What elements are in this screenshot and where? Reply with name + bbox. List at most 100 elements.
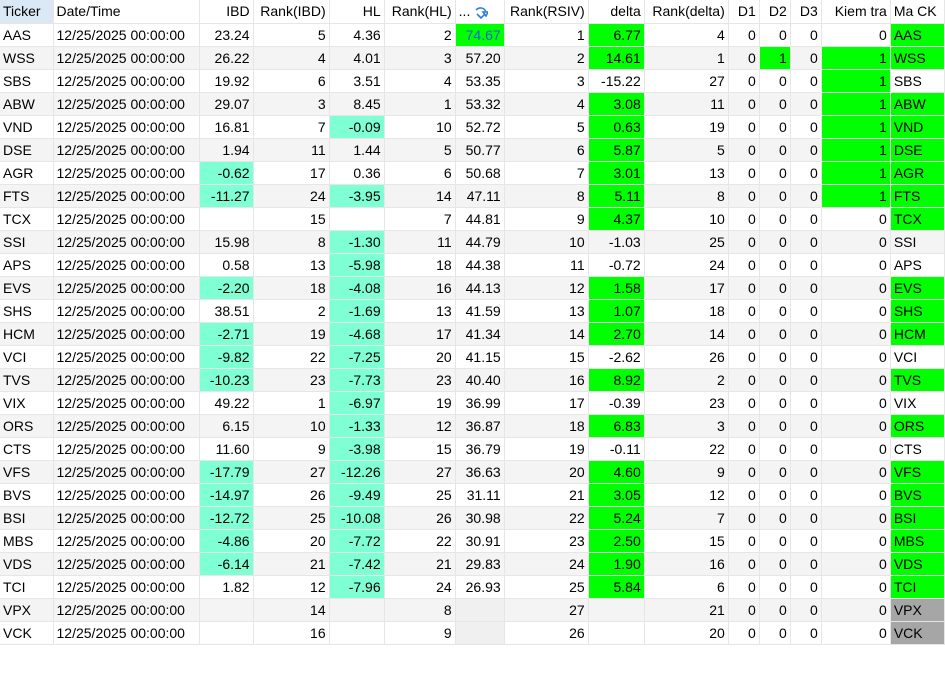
cell-delta[interactable]: 6.77	[588, 23, 645, 47]
cell-ibd[interactable]: 1.94	[199, 138, 254, 162]
cell-rank-delta[interactable]: 12	[644, 483, 729, 507]
cell-kiem-tra[interactable]: 0	[821, 529, 891, 553]
cell-rank-ibd[interactable]: 4	[253, 46, 330, 70]
cell-delta[interactable]: -0.39	[588, 391, 645, 415]
cell-hl[interactable]: -7.72	[329, 529, 385, 553]
cell-ma-ck[interactable]: ORS	[890, 414, 945, 438]
cell-rank-delta[interactable]: 13	[644, 161, 729, 185]
cell-rank-hl[interactable]: 9	[384, 621, 456, 645]
cell-d1[interactable]: 0	[728, 299, 760, 323]
cell-hl[interactable]: -7.96	[329, 575, 385, 599]
cell-ma-ck[interactable]: EVS	[890, 276, 945, 300]
cell-hl[interactable]: -4.68	[329, 322, 385, 346]
cell-datetime[interactable]: 12/25/2025 00:00:00	[53, 92, 200, 116]
cell-d2[interactable]: 0	[759, 138, 791, 162]
cell-rank-ibd[interactable]: 19	[253, 322, 330, 346]
cell-d2[interactable]: 0	[759, 368, 791, 392]
cell-kiem-tra[interactable]: 0	[821, 483, 891, 507]
cell-delta[interactable]: 2.50	[588, 529, 645, 553]
cell-rsiv[interactable]: 52.72	[455, 115, 505, 139]
cell-d1[interactable]: 0	[728, 575, 760, 599]
cell-rank-hl[interactable]: 1	[384, 92, 456, 116]
cell-rank-delta[interactable]: 20	[644, 621, 729, 645]
cell-rank-delta[interactable]: 10	[644, 207, 729, 231]
cell-rank-ibd[interactable]: 14	[253, 598, 330, 622]
cell-datetime[interactable]: 12/25/2025 00:00:00	[53, 575, 200, 599]
cell-ma-ck[interactable]: HCM	[890, 322, 945, 346]
cell-d1[interactable]: 0	[728, 414, 760, 438]
cell-ibd[interactable]: -10.23	[199, 368, 254, 392]
cell-kiem-tra[interactable]: 0	[821, 414, 891, 438]
cell-rank-hl[interactable]: 19	[384, 391, 456, 415]
table-row[interactable]: MBS 12/25/2025 00:00:00 -4.86 20 -7.72 22 30.9…	[0, 529, 945, 553]
cell-d2[interactable]: 0	[759, 276, 791, 300]
cell-rsiv[interactable]: 47.11	[455, 184, 505, 208]
cell-ibd[interactable]: 0.58	[199, 253, 254, 277]
cell-rank-delta[interactable]: 15	[644, 529, 729, 553]
cell-rank-rsiv[interactable]: 8	[504, 184, 589, 208]
cell-d2[interactable]: 0	[759, 345, 791, 369]
cell-datetime[interactable]: 12/25/2025 00:00:00	[53, 552, 200, 576]
cell-datetime[interactable]: 12/25/2025 00:00:00	[53, 230, 200, 254]
cell-ibd[interactable]: 29.07	[199, 92, 254, 116]
table-row[interactable]: TCX 12/25/2025 00:00:00 15 7 44.81 9 4.37 10 0 0 0…	[0, 207, 945, 231]
cell-kiem-tra[interactable]: 0	[821, 368, 891, 392]
cell-rank-delta[interactable]: 14	[644, 322, 729, 346]
cell-rank-delta[interactable]: 2	[644, 368, 729, 392]
cell-rank-hl[interactable]: 10	[384, 115, 456, 139]
cell-ibd[interactable]: 38.51	[199, 299, 254, 323]
cell-rank-delta[interactable]: 21	[644, 598, 729, 622]
cell-d3[interactable]: 0	[790, 230, 822, 254]
table-row[interactable]: BSI 12/25/2025 00:00:00 -12.72 25 -10.08 26 30…	[0, 506, 945, 530]
cell-d3[interactable]: 0	[790, 115, 822, 139]
sort-arrow-icon[interactable]	[474, 6, 489, 19]
cell-ticker[interactable]: MBS	[0, 529, 54, 553]
cell-d1[interactable]: 0	[728, 552, 760, 576]
cell-ticker[interactable]: TVS	[0, 368, 54, 392]
cell-d3[interactable]: 0	[790, 276, 822, 300]
cell-kiem-tra[interactable]: 0	[821, 207, 891, 231]
cell-rank-delta[interactable]: 26	[644, 345, 729, 369]
cell-datetime[interactable]: 12/25/2025 00:00:00	[53, 621, 200, 645]
cell-kiem-tra[interactable]: 0	[821, 230, 891, 254]
cell-d3[interactable]: 0	[790, 184, 822, 208]
cell-delta[interactable]: 1.90	[588, 552, 645, 576]
cell-rank-delta[interactable]: 3	[644, 414, 729, 438]
cell-kiem-tra[interactable]: 0	[821, 598, 891, 622]
cell-d1[interactable]: 0	[728, 184, 760, 208]
cell-d2[interactable]: 0	[759, 253, 791, 277]
cell-rank-delta[interactable]: 7	[644, 506, 729, 530]
cell-kiem-tra[interactable]: 0	[821, 552, 891, 576]
cell-kiem-tra[interactable]: 1	[821, 46, 891, 70]
column-header-rank-rsiv[interactable]: Rank(RSIV)	[504, 0, 589, 24]
cell-rank-delta[interactable]: 16	[644, 552, 729, 576]
cell-ma-ck[interactable]: MBS	[890, 529, 945, 553]
cell-ticker[interactable]: VFS	[0, 460, 54, 484]
cell-d2[interactable]: 0	[759, 391, 791, 415]
cell-d2[interactable]: 0	[759, 437, 791, 461]
cell-rank-rsiv[interactable]: 20	[504, 460, 589, 484]
cell-delta[interactable]	[588, 621, 645, 645]
cell-d1[interactable]: 0	[728, 161, 760, 185]
table-row[interactable]: CTS 12/25/2025 00:00:00 11.60 9 -3.98 15 36.79…	[0, 437, 945, 461]
table-row[interactable]: APS 12/25/2025 00:00:00 0.58 13 -5.98 18 44.38…	[0, 253, 945, 277]
cell-delta[interactable]: 6.83	[588, 414, 645, 438]
cell-ticker[interactable]: ORS	[0, 414, 54, 438]
cell-rank-hl[interactable]: 13	[384, 299, 456, 323]
cell-rank-ibd[interactable]: 18	[253, 276, 330, 300]
cell-rank-ibd[interactable]: 6	[253, 69, 330, 93]
cell-rank-rsiv[interactable]: 24	[504, 552, 589, 576]
cell-ma-ck[interactable]: SBS	[890, 69, 945, 93]
cell-datetime[interactable]: 12/25/2025 00:00:00	[53, 506, 200, 530]
table-row[interactable]: VIX 12/25/2025 00:00:00 49.22 1 -6.97 19 36.99…	[0, 391, 945, 415]
column-header-d2[interactable]: D2	[759, 0, 791, 24]
cell-d1[interactable]: 0	[728, 115, 760, 139]
cell-delta[interactable]	[588, 598, 645, 622]
cell-delta[interactable]: -0.72	[588, 253, 645, 277]
cell-ticker[interactable]: TCX	[0, 207, 54, 231]
cell-rank-hl[interactable]: 23	[384, 368, 456, 392]
cell-datetime[interactable]: 12/25/2025 00:00:00	[53, 207, 200, 231]
cell-ibd[interactable]: -6.14	[199, 552, 254, 576]
column-header-kiem-tra[interactable]: Kiem tra	[821, 0, 891, 24]
cell-ibd[interactable]: 1.82	[199, 575, 254, 599]
